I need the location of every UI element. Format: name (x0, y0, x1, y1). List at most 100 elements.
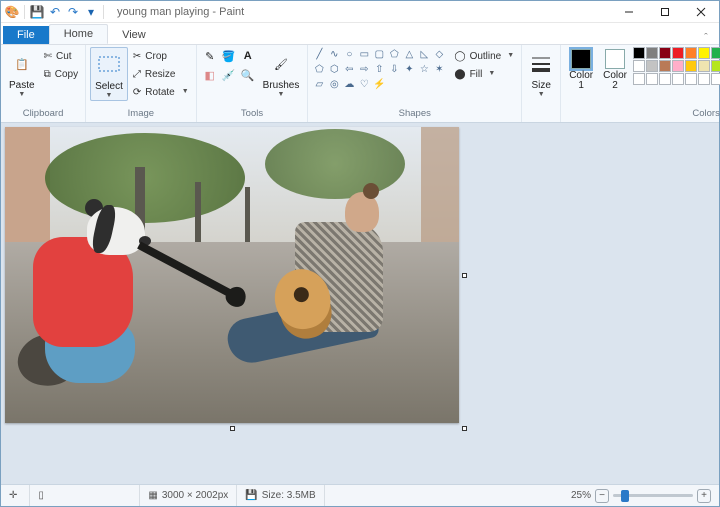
shape-cloud[interactable]: ☁ (342, 77, 356, 91)
crosshair-icon: ✛ (9, 490, 17, 501)
shape-heart[interactable]: ♡ (357, 77, 371, 91)
shape-triangle[interactable]: △ (402, 47, 416, 61)
shape-diamond[interactable]: ◇ (432, 47, 446, 61)
tab-home[interactable]: Home (49, 24, 108, 44)
minimize-ribbon-button[interactable]: ˆ (697, 32, 715, 44)
workspace[interactable] (1, 123, 719, 484)
rotate-icon: ⟳ (133, 87, 141, 98)
zoom-out-button[interactable]: − (595, 489, 609, 503)
color-swatch[interactable] (698, 47, 710, 59)
cut-button[interactable]: ✄Cut (41, 47, 82, 65)
fill-icon: ⬤ (454, 69, 465, 80)
group-tools: ✎ 🪣 A ◧ 💉 🔍 🖌 Brushes ▼ Tools (197, 45, 309, 122)
zoom-slider[interactable] (613, 494, 693, 497)
brushes-button[interactable]: 🖌 Brushes ▼ (259, 47, 304, 99)
color2-swatch (605, 49, 625, 69)
color-swatch[interactable] (698, 60, 710, 72)
resize-handle-br[interactable] (462, 426, 467, 431)
copy-button[interactable]: ⧉Copy (41, 65, 82, 83)
group-colors: Color 1 Color 2 Edit colors 🎈 Edit with … (561, 45, 720, 122)
outline-button[interactable]: ◯Outline▼ (451, 47, 517, 65)
canvas-dims: ▦3000 × 2002px (140, 485, 237, 506)
paint-window: 🎨 💾 ↶ ↷ ▾ young man playing - Paint File… (0, 0, 720, 507)
color-swatch[interactable] (685, 60, 697, 72)
group-image: Select ▼ ✂Crop ⤢Resize ⟳Rotate▼ Image (86, 45, 197, 122)
color-swatch[interactable] (711, 47, 720, 59)
color1-button[interactable]: Color 1 (565, 47, 597, 93)
magnifier-tool[interactable]: 🔍 (239, 66, 257, 84)
statusbar: ✛ ▯ ▦3000 × 2002px 💾Size: 3.5MB 25% − + (1, 484, 719, 506)
shape-polygon[interactable]: ⬠ (387, 47, 401, 61)
color-swatch[interactable] (646, 60, 658, 72)
shape-arrowd[interactable]: ⇩ (387, 62, 401, 76)
shape-pentagon[interactable]: ⬠ (312, 62, 326, 76)
tab-view[interactable]: View (108, 26, 160, 44)
shape-curve[interactable]: ∿ (327, 47, 341, 61)
shape-rect[interactable]: ▭ (357, 47, 371, 61)
color-swatch[interactable] (633, 47, 645, 59)
copy-icon: ⧉ (44, 69, 51, 80)
brush-icon: 🖌 (274, 49, 288, 79)
eraser-tool[interactable]: ◧ (201, 66, 219, 84)
color-swatch[interactable] (685, 47, 697, 59)
color-swatch[interactable] (672, 73, 684, 85)
tab-file[interactable]: File (3, 26, 49, 44)
shape-star5[interactable]: ☆ (417, 62, 431, 76)
shape-callout2[interactable]: ◎ (327, 77, 341, 91)
color-swatch[interactable] (646, 47, 658, 59)
minimize-button[interactable] (611, 1, 647, 23)
canvas[interactable] (5, 127, 459, 423)
color-swatch[interactable] (685, 73, 697, 85)
color2-button[interactable]: Color 2 (599, 47, 631, 93)
fill-button[interactable]: ⬤Fill▼ (451, 65, 517, 83)
shape-callout[interactable]: ▱ (312, 77, 326, 91)
color-swatch[interactable] (672, 60, 684, 72)
color-swatch[interactable] (633, 73, 645, 85)
shape-roundrect[interactable]: ▢ (372, 47, 386, 61)
color-swatch[interactable] (711, 60, 720, 72)
bucket-tool[interactable]: 🪣 (220, 47, 238, 65)
shape-oval[interactable]: ○ (342, 47, 356, 61)
picker-tool[interactable]: 💉 (220, 66, 238, 84)
crop-button[interactable]: ✂Crop (130, 47, 192, 65)
color-swatch[interactable] (659, 60, 671, 72)
select-button[interactable]: Select ▼ (90, 47, 128, 101)
color-swatch[interactable] (659, 73, 671, 85)
color1-swatch (571, 49, 591, 69)
color-swatch[interactable] (646, 73, 658, 85)
maximize-button[interactable] (647, 1, 683, 23)
size-button[interactable]: Size ▼ (526, 47, 556, 99)
shape-arrowl[interactable]: ⇦ (342, 62, 356, 76)
qat-caret-icon[interactable]: ▾ (83, 4, 99, 20)
size-icon (530, 49, 552, 79)
rotate-button[interactable]: ⟳Rotate▼ (130, 83, 192, 101)
redo-icon[interactable]: ↷ (65, 4, 81, 20)
shape-bolt[interactable]: ⚡ (372, 77, 386, 91)
zoom-in-button[interactable]: + (697, 489, 711, 503)
resize-handle-r[interactable] (462, 273, 467, 278)
color-swatch[interactable] (633, 60, 645, 72)
shape-rtriangle[interactable]: ◺ (417, 47, 431, 61)
resize-handle-b[interactable] (230, 426, 235, 431)
shape-line[interactable]: ╱ (312, 47, 326, 61)
color-swatch[interactable] (711, 73, 720, 85)
color-palette[interactable] (633, 47, 720, 85)
text-tool[interactable]: A (239, 47, 257, 65)
paste-button[interactable]: 📋 Paste ▼ (5, 47, 39, 99)
resize-icon: ⤢ (133, 69, 141, 80)
undo-icon[interactable]: ↶ (47, 4, 63, 20)
color-swatch[interactable] (698, 73, 710, 85)
shape-arrowr[interactable]: ⇨ (357, 62, 371, 76)
shape-star4[interactable]: ✦ (402, 62, 416, 76)
save-icon[interactable]: 💾 (29, 4, 45, 20)
close-button[interactable] (683, 1, 719, 23)
color-swatch[interactable] (659, 47, 671, 59)
color-swatch[interactable] (672, 47, 684, 59)
pencil-tool[interactable]: ✎ (201, 47, 219, 65)
shape-gallery[interactable]: ╱ ∿ ○ ▭ ▢ ⬠ △ ◺ ◇ ⬠ ⬡ ⇦ ⇨ ⇧ ⇩ ✦ ☆ (312, 47, 446, 91)
shape-hexagon[interactable]: ⬡ (327, 62, 341, 76)
shape-arrowu[interactable]: ⇧ (372, 62, 386, 76)
shape-star6[interactable]: ✶ (432, 62, 446, 76)
selection-size: ▯ (30, 485, 140, 506)
resize-button[interactable]: ⤢Resize (130, 65, 192, 83)
